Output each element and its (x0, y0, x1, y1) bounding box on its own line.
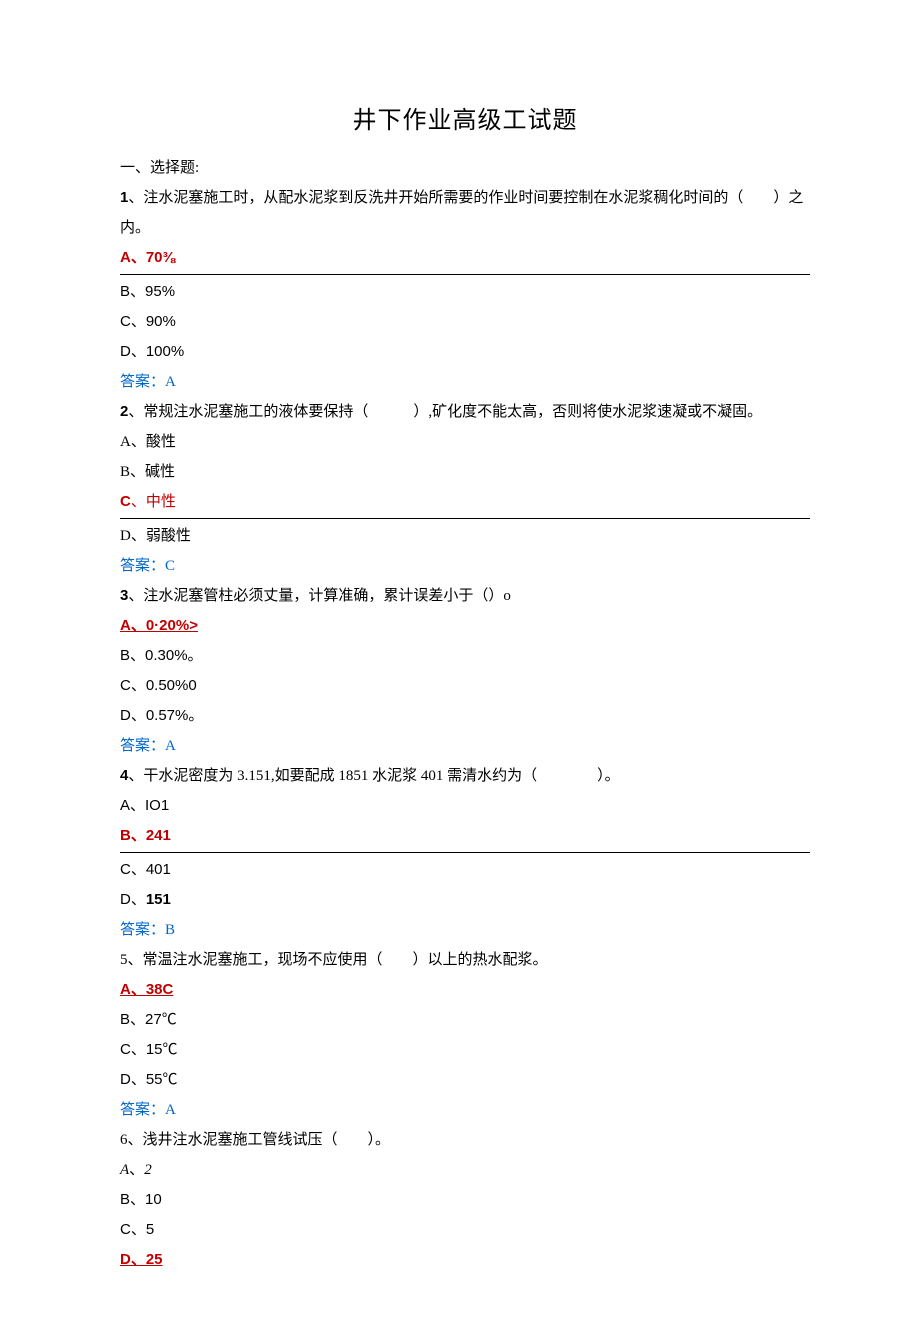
option-label: C (120, 493, 131, 510)
option-row: D、0.57%。 (120, 701, 810, 731)
option-row: D、55℃ (120, 1065, 810, 1095)
option-label: C、0.50%0 (120, 677, 197, 694)
question-list: 1、注水泥塞施工时，从配水泥浆到反洗井开始所需要的作业时间要控制在水泥浆稠化时间… (120, 183, 810, 1275)
option-row: C、15℃ (120, 1035, 810, 1065)
option-label: C、15℃ (120, 1041, 178, 1058)
answer-line: 答案：B (120, 915, 810, 945)
option-label: 、中性 (131, 494, 176, 510)
page-title: 井下作业高级工试题 (120, 100, 810, 135)
option-row: B、碱性 (120, 457, 810, 487)
option-row: C、90% (120, 307, 810, 337)
option-row: C、5 (120, 1215, 810, 1245)
option-row: C、中性 (120, 487, 810, 519)
option-label: B、27℃ (120, 1011, 177, 1028)
option-label: 、 (129, 1162, 144, 1178)
option-row: C、0.50%0 (120, 671, 810, 701)
option-label: A、70⅜ (120, 249, 175, 266)
question-stem: 3、注水泥塞管柱必须丈量，计算准确，累计误差小于（）o (120, 581, 810, 611)
option-row: A、酸性 (120, 427, 810, 457)
question-stem: 4、干水泥密度为 3.151,如要配成 1851 水泥浆 401 需清水约为（ … (120, 761, 810, 791)
option-label: D、55℃ (120, 1071, 178, 1088)
question-stem-text: 、常规注水泥塞施工的液体要保持（ ）,矿化度不能太高，否则将使水泥浆速凝或不凝固… (128, 404, 762, 420)
option-row: B、0.30%。 (120, 641, 810, 671)
option-row: A、0·20%> (120, 611, 810, 641)
option-label: C、401 (120, 861, 171, 878)
option-label: A、IO1 (120, 797, 169, 814)
option-label: D、100% (120, 343, 184, 360)
option-row: B、241 (120, 821, 810, 853)
section-heading: 一、选择题: (120, 153, 810, 183)
option-label: B、碱性 (120, 464, 175, 480)
answer-line: 答案：A (120, 367, 810, 397)
option-label: 2 (144, 1162, 152, 1178)
option-label: A、38C (120, 981, 173, 998)
option-row: A、2 (120, 1155, 810, 1185)
option-label: D、 (120, 891, 146, 908)
option-row: D、151 (120, 885, 810, 915)
option-label: A、酸性 (120, 434, 176, 450)
option-row: B、95% (120, 277, 810, 307)
option-label: D、弱酸性 (120, 528, 191, 544)
option-label: B、95% (120, 283, 175, 300)
option-label: D、0.57%。 (120, 707, 203, 724)
answer-line: 答案：A (120, 1095, 810, 1125)
option-row: D、25 (120, 1245, 810, 1275)
option-row: A、70⅜ (120, 243, 810, 275)
option-label: 151 (146, 891, 171, 908)
question-stem-text: 6、浅井注水泥塞施工管线试压（ ）。 (120, 1132, 390, 1148)
option-row: C、401 (120, 855, 810, 885)
option-label: C、5 (120, 1221, 154, 1238)
question-stem: 1、注水泥塞施工时，从配水泥浆到反洗井开始所需要的作业时间要控制在水泥浆稠化时间… (120, 183, 810, 243)
option-label: C、90% (120, 313, 176, 330)
option-row: B、10 (120, 1185, 810, 1215)
option-label: A (120, 1162, 129, 1178)
question-stem-text: 、干水泥密度为 3.151,如要配成 1851 水泥浆 401 需清水约为（ ）… (128, 768, 619, 784)
option-label: A、0·20%> (120, 617, 198, 634)
option-label: B、241 (120, 827, 171, 844)
option-row: D、100% (120, 337, 810, 367)
question-stem-text: 、注水泥塞施工时，从配水泥浆到反洗井开始所需要的作业时间要控制在水泥浆稠化时间的… (120, 190, 803, 236)
option-row: A、IO1 (120, 791, 810, 821)
document-page: 井下作业高级工试题 一、选择题: 1、注水泥塞施工时，从配水泥浆到反洗井开始所需… (0, 0, 920, 1335)
question-stem: 5、常温注水泥塞施工，现场不应使用（ ）以上的热水配浆。 (120, 945, 810, 975)
option-label: D、25 (120, 1251, 163, 1268)
question-stem-text: 、注水泥塞管柱必须丈量，计算准确，累计误差小于（）o (128, 588, 511, 604)
question-stem-text: 5、常温注水泥塞施工，现场不应使用（ ）以上的热水配浆。 (120, 952, 548, 968)
answer-line: 答案：A (120, 731, 810, 761)
question-stem: 2、常规注水泥塞施工的液体要保持（ ）,矿化度不能太高，否则将使水泥浆速凝或不凝… (120, 397, 810, 427)
option-label: B、0.30%。 (120, 647, 203, 664)
answer-line: 答案：C (120, 551, 810, 581)
option-row: D、弱酸性 (120, 521, 810, 551)
option-label: B、10 (120, 1191, 162, 1208)
option-row: B、27℃ (120, 1005, 810, 1035)
question-stem: 6、浅井注水泥塞施工管线试压（ ）。 (120, 1125, 810, 1155)
option-row: A、38C (120, 975, 810, 1005)
